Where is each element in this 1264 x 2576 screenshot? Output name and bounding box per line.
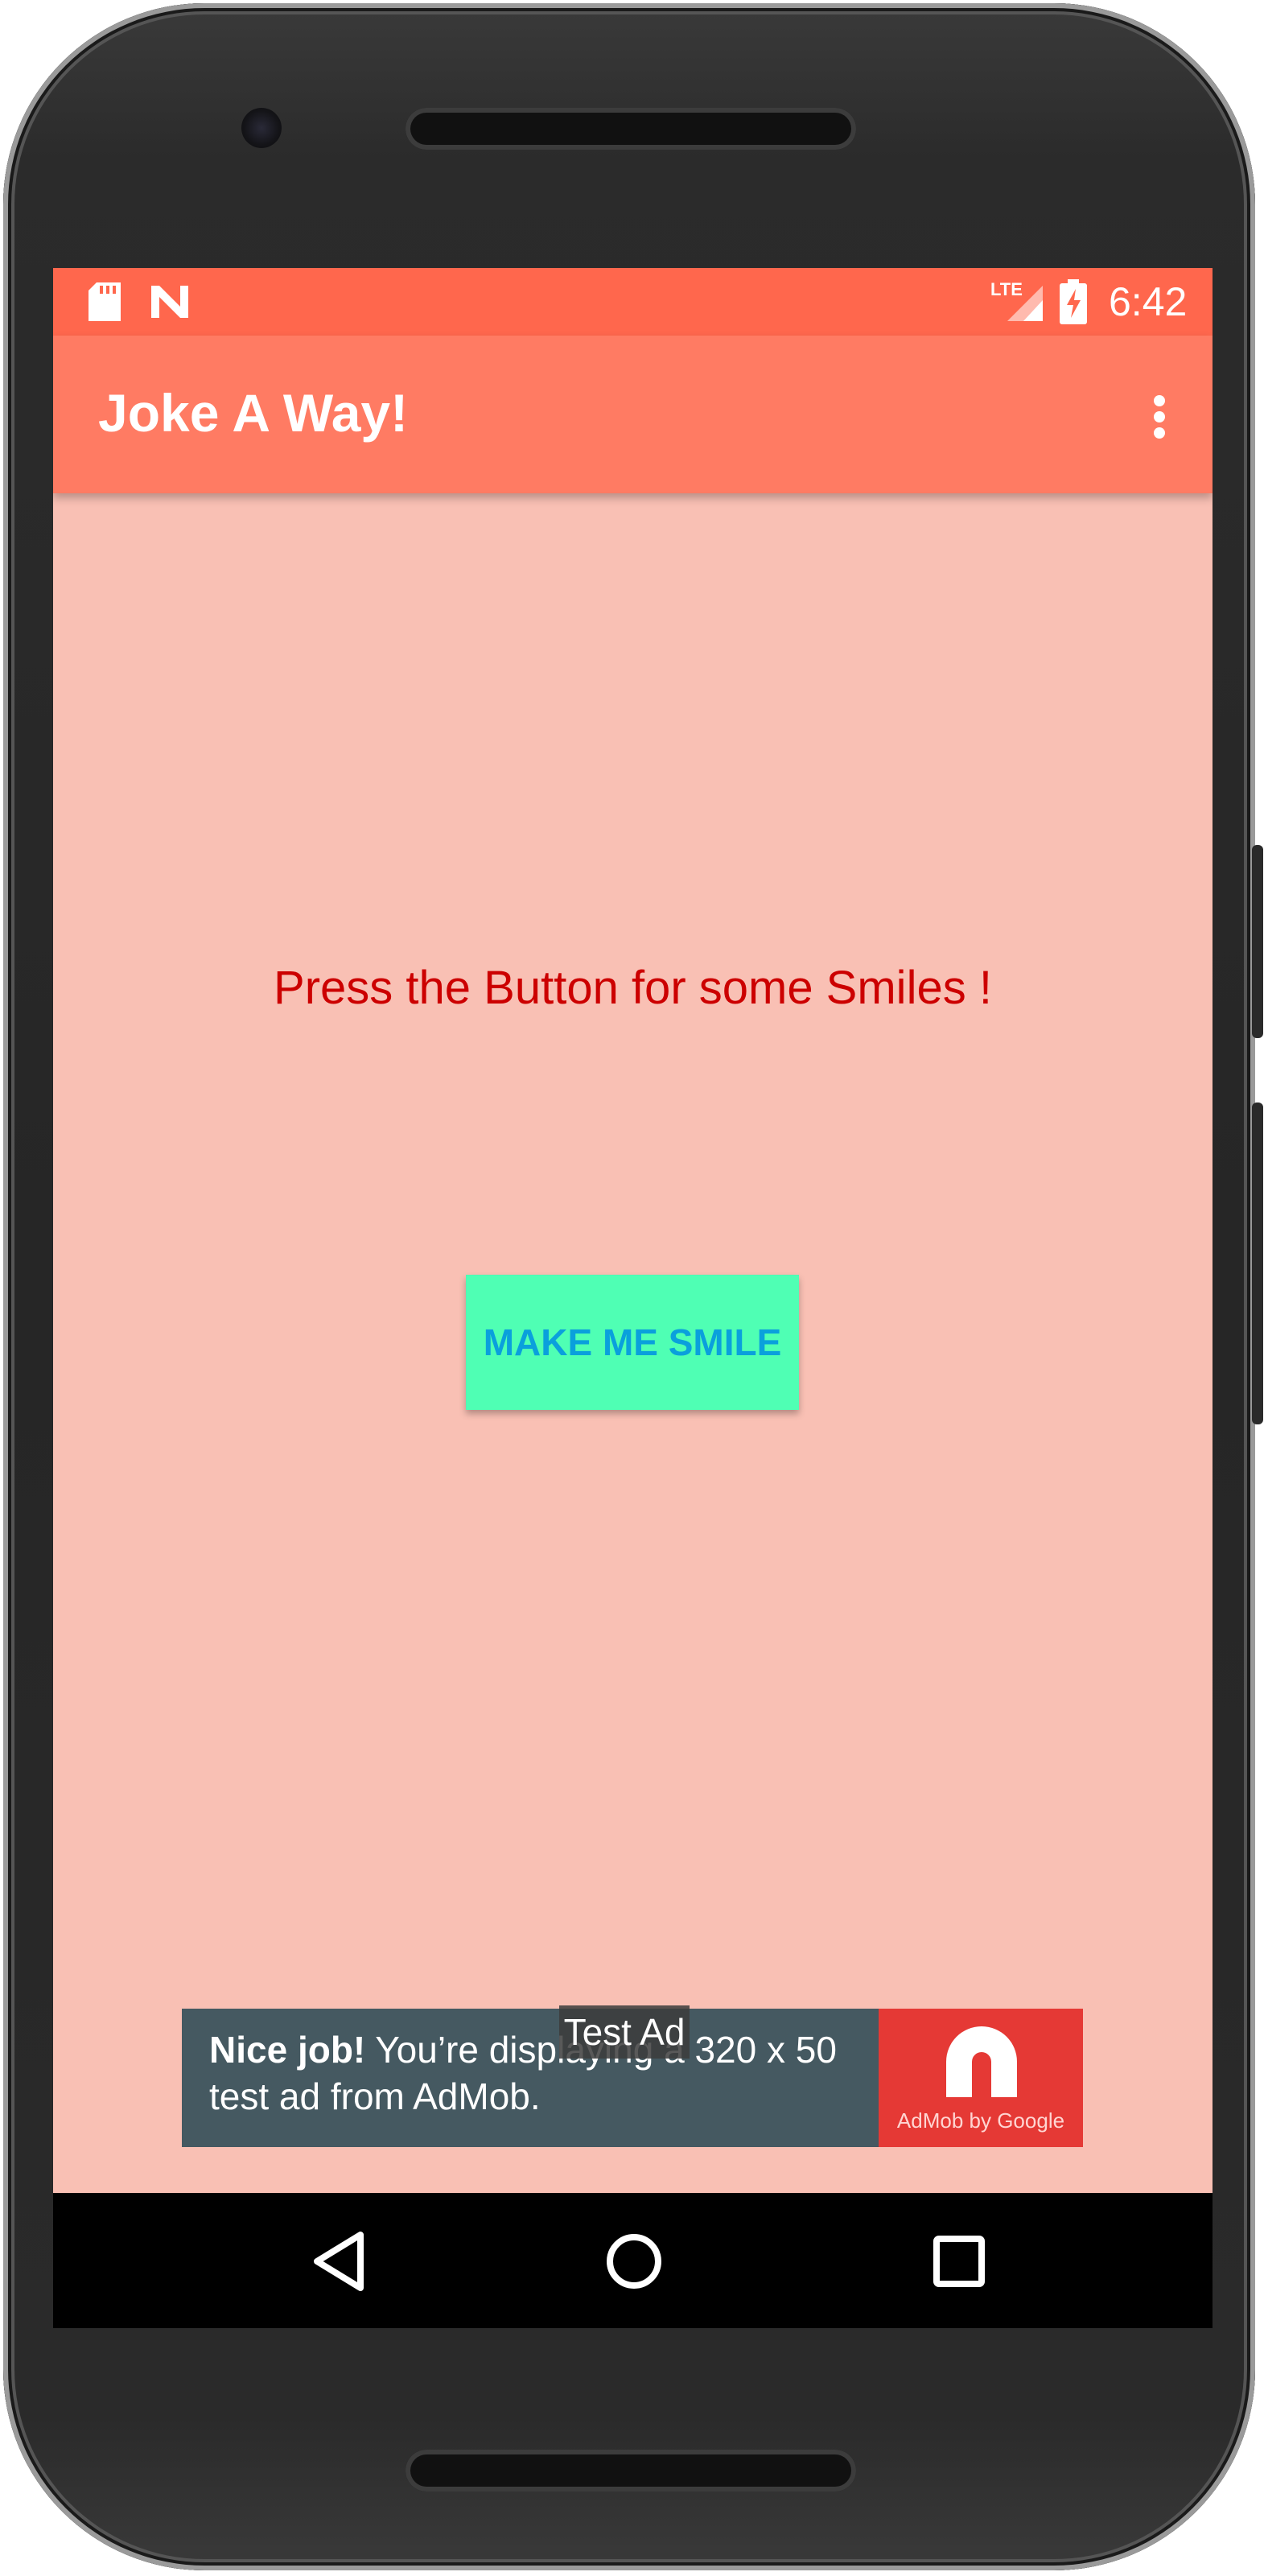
volume-button	[1252, 1103, 1263, 1424]
battery-charging-icon	[1060, 279, 1087, 328]
ad-message: Nice job! You’re displaying a 320 x 50 t…	[209, 2026, 869, 2120]
status-bar: LTE 6:42	[53, 268, 1213, 336]
ad-banner[interactable]: Nice job! You’re displaying a 320 x 50 t…	[182, 2005, 1083, 2147]
android-n-icon	[148, 282, 191, 325]
make-me-smile-button[interactable]: MAKE ME SMILE	[466, 1275, 799, 1410]
more-vert-icon[interactable]	[1130, 384, 1188, 448]
bottom-speaker	[406, 2450, 856, 2492]
earpiece-speaker	[406, 108, 856, 150]
home-circle-icon[interactable]	[598, 2225, 670, 2298]
power-button	[1252, 845, 1263, 1038]
prompt-text: Press the Button for some Smiles !	[274, 962, 992, 1014]
recents-square-icon[interactable]	[923, 2225, 995, 2298]
back-triangle-icon[interactable]	[306, 2225, 378, 2298]
admob-icon	[946, 2026, 1017, 2097]
signal-icon	[996, 284, 1044, 327]
app-bar: Joke A Way!	[53, 336, 1213, 493]
navigation-bar	[53, 2193, 1213, 2328]
app-title: Joke A Way!	[98, 383, 409, 443]
sd-card-icon	[89, 282, 121, 325]
front-camera	[241, 108, 282, 148]
screen: LTE 6:42 Joke A Way! Press the Button fo…	[53, 268, 1213, 2328]
phone-frame: LTE 6:42 Joke A Way! Press the Button fo…	[3, 3, 1255, 2570]
ad-headline: Nice job!	[209, 2029, 366, 2071]
admob-caption: AdMob by Google	[896, 2108, 1065, 2133]
clock: 6:42	[1109, 279, 1188, 324]
admob-logo: AdMob by Google	[879, 2009, 1083, 2147]
